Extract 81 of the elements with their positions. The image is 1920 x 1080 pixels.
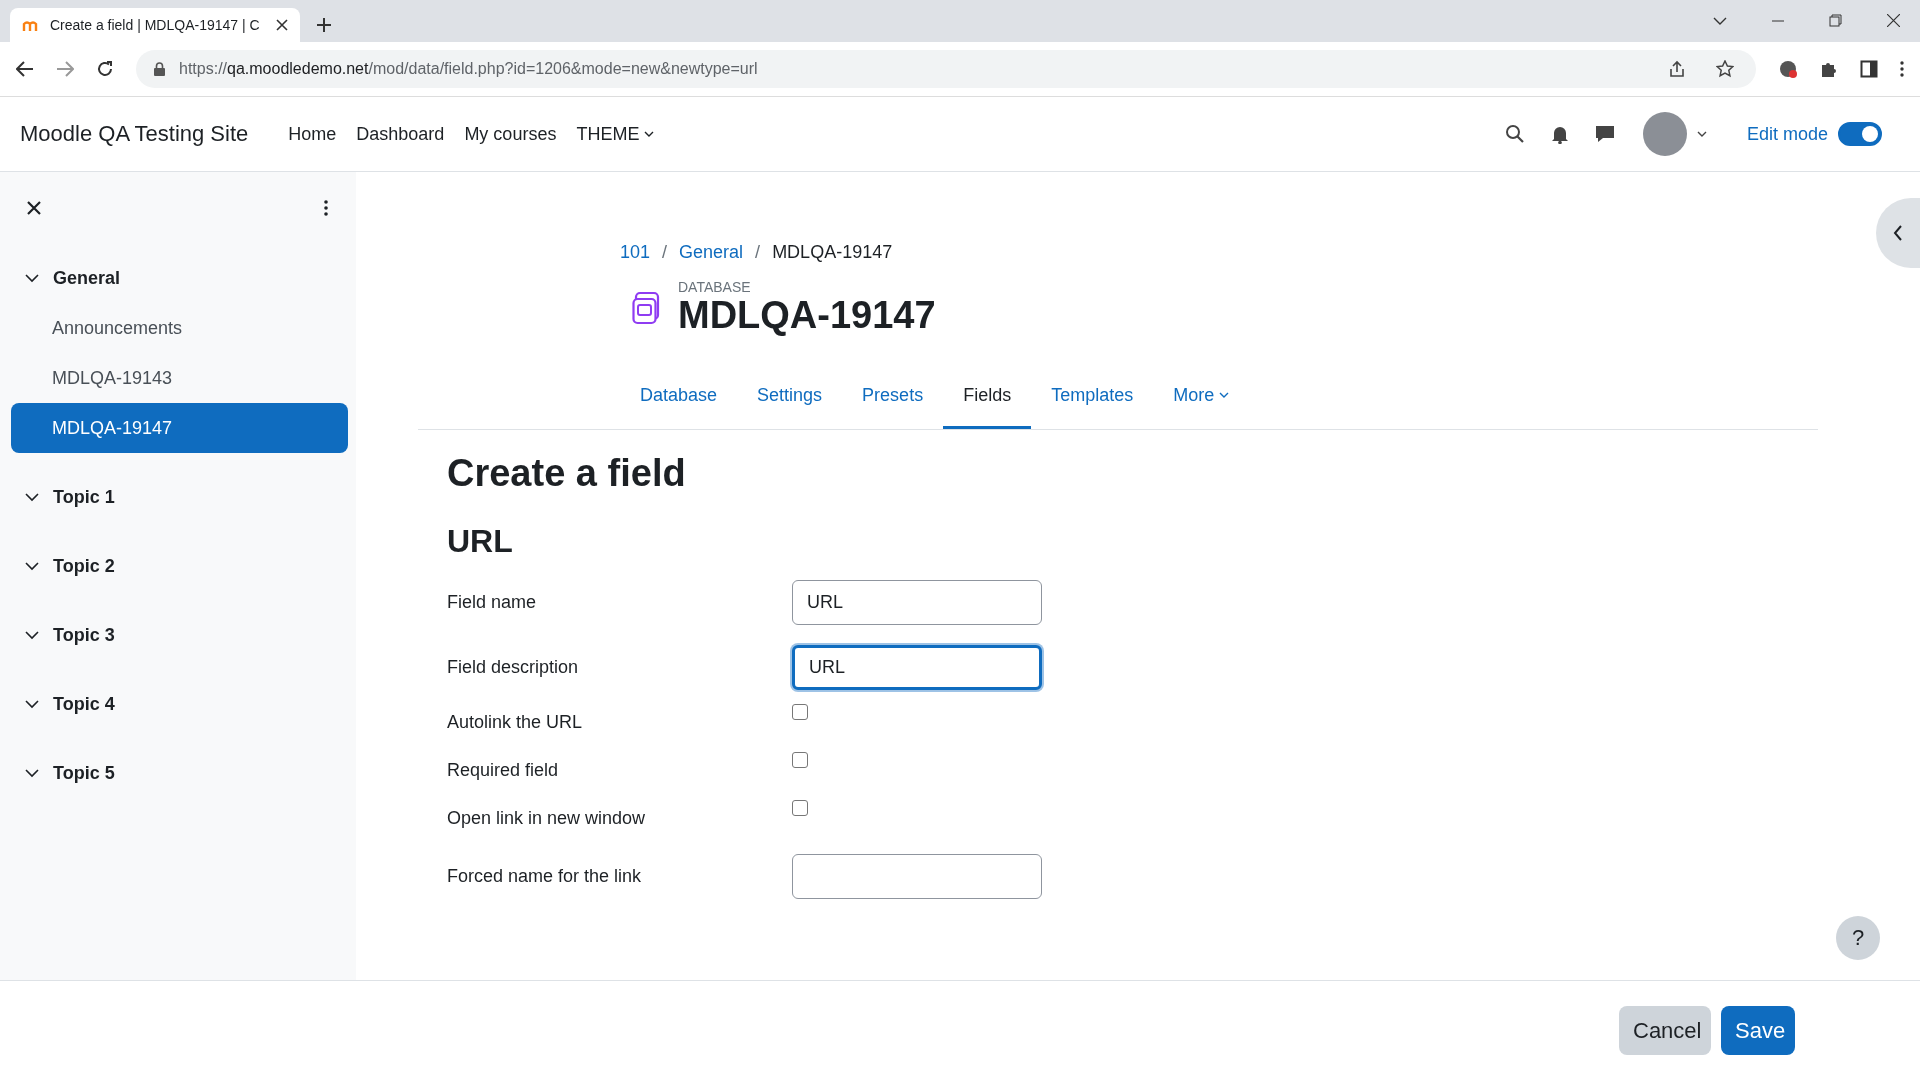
activity-title: MDLQA-19147 (678, 295, 936, 337)
section-title[interactable]: Topic 4 (53, 694, 115, 715)
chat-icon[interactable] (1594, 124, 1615, 144)
checkbox[interactable] (792, 703, 808, 720)
star-icon[interactable] (1716, 60, 1734, 78)
share-icon[interactable] (1668, 60, 1686, 78)
text-input[interactable]: URL (792, 579, 1042, 625)
chevron-icon[interactable] (25, 700, 39, 709)
edit-mode-label: Edit mode (1746, 123, 1828, 145)
footer-button[interactable]: Save (1721, 1006, 1795, 1055)
edit-mode-toggle[interactable] (1838, 122, 1882, 146)
database-icon (632, 290, 662, 325)
nav-tab[interactable]: Settings (737, 360, 843, 429)
chevron-icon[interactable] (25, 769, 39, 778)
nav-link[interactable]: Home (288, 123, 337, 145)
nav-link[interactable]: THEME (576, 123, 655, 145)
chevron-down-icon[interactable] (1713, 16, 1727, 25)
field-label: Field description (447, 656, 580, 678)
breadcrumb-item: MDLQA-19147 (772, 242, 893, 263)
breadcrumb-item[interactable]: 101 (620, 242, 651, 263)
new-tab-icon[interactable] (316, 17, 332, 33)
section-title[interactable]: General (53, 268, 121, 289)
lock-icon (154, 62, 165, 76)
reload-icon[interactable] (96, 60, 114, 78)
help-button[interactable]: ? (1836, 916, 1880, 960)
text-input[interactable] (792, 853, 1042, 899)
activity-type-label: DATABASE (678, 279, 752, 295)
chevron-icon[interactable] (25, 493, 39, 502)
checkbox[interactable] (792, 751, 808, 768)
sidebar-item[interactable]: MDLQA-19143 (11, 353, 348, 403)
nav-tab[interactable]: Presets (842, 360, 944, 429)
minimize-icon[interactable] (1772, 19, 1784, 22)
tab-title: Create a field | MDLQA-19147 | C (50, 17, 261, 33)
section-title[interactable]: Topic 1 (53, 487, 115, 508)
bell-icon[interactable] (1550, 124, 1569, 144)
extension-icon[interactable] (1778, 59, 1798, 79)
checkbox[interactable] (792, 799, 808, 816)
moodle-logo-icon (22, 18, 40, 32)
browser-tab[interactable]: Create a field | MDLQA-19147 | C (10, 8, 300, 42)
sidebar-item[interactable]: Announcements (11, 303, 348, 353)
field-label: Autolink the URL (447, 710, 584, 733)
text-input[interactable]: URL (792, 644, 1042, 690)
section-heading: URL (447, 522, 514, 560)
search-icon[interactable] (1504, 124, 1525, 144)
sidebar-item[interactable]: MDLQA-19147 (11, 403, 348, 453)
nav-tab[interactable]: Templates (1031, 360, 1154, 429)
restore-icon[interactable] (1829, 14, 1842, 27)
kebab-menu-icon[interactable] (1900, 61, 1904, 77)
site-name[interactable]: Moodle QA Testing Site (20, 121, 249, 147)
breadcrumb-separator: / (755, 242, 761, 263)
footer-button[interactable]: Cancel (1619, 1006, 1711, 1055)
nav-tab[interactable]: Database (620, 360, 738, 429)
breadcrumb-item[interactable]: General (679, 242, 744, 263)
back-arrow-icon[interactable] (16, 61, 34, 77)
close-icon[interactable] (27, 201, 41, 215)
section-title[interactable]: Topic 3 (53, 625, 115, 646)
url-text: https://qa.moodledemo.net/mod/data/field.php?id=1206&mode=new&newtype=url (179, 60, 758, 78)
close-icon[interactable] (1887, 14, 1900, 27)
chevron-icon[interactable] (25, 562, 39, 571)
nav-link[interactable]: Dashboard (356, 123, 445, 145)
chevron-icon[interactable] (25, 274, 39, 283)
avatar[interactable] (1642, 112, 1687, 156)
nav-link[interactable]: My courses (464, 123, 557, 145)
chevron-down-icon[interactable] (1696, 131, 1707, 137)
breadcrumb-separator: / (662, 242, 668, 263)
field-label: Forced name for the link (447, 865, 643, 887)
chevron-left-icon (1893, 225, 1903, 241)
address-bar[interactable]: https://qa.moodledemo.net/mod/data/field.php?id=1206&mode=new&newtype=url (136, 50, 1756, 88)
side-panel-icon[interactable] (1860, 60, 1878, 78)
field-label: Required field (447, 758, 560, 781)
field-label: Open link in new window (447, 806, 647, 829)
forward-arrow-icon[interactable] (56, 61, 74, 77)
nav-tab[interactable]: More (1153, 360, 1250, 429)
field-label: Field name (447, 591, 538, 613)
section-title[interactable]: Topic 2 (53, 556, 115, 577)
puzzle-icon[interactable] (1820, 60, 1838, 78)
chevron-icon[interactable] (25, 631, 39, 640)
close-icon[interactable] (276, 19, 288, 31)
page-heading: Create a field (447, 451, 687, 495)
kebab-menu-icon[interactable] (324, 200, 328, 216)
section-title[interactable]: Topic 5 (53, 763, 115, 784)
